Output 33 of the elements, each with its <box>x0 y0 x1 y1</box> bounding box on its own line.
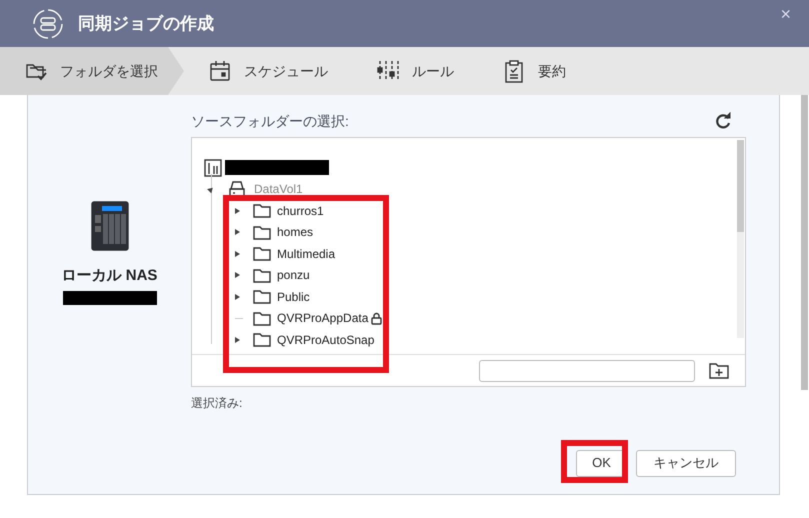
server-icon <box>204 158 222 177</box>
section-label: ソースフォルダーの選択: <box>191 112 349 130</box>
folder-icon <box>253 289 271 304</box>
folder-name-field[interactable] <box>479 360 695 382</box>
new-folder-icon[interactable] <box>709 362 729 380</box>
lock-icon <box>371 312 382 325</box>
window-title: 同期ジョブの作成 <box>78 12 214 35</box>
selected-label: 選択済み: <box>191 394 244 412</box>
close-button[interactable]: × <box>776 4 795 26</box>
folder-icon <box>253 332 271 348</box>
cancel-button[interactable]: キャンセル <box>636 450 736 476</box>
tree-item[interactable]: churros1 <box>277 202 324 220</box>
nas-name: ローカル NAS <box>62 266 158 286</box>
tree-item[interactable]: QVRProAutoSnap <box>277 330 374 349</box>
tree-item[interactable]: Public <box>277 288 310 306</box>
step-tab[interactable]: ルール <box>352 47 478 95</box>
folder-icon <box>253 203 271 218</box>
step-tab[interactable]: フォルダを選択 <box>0 47 184 95</box>
tree-item[interactable]: QVRProAppData <box>277 309 368 328</box>
folder-icon <box>253 268 271 283</box>
tree-item[interactable]: Multimedia <box>277 244 336 263</box>
highlight-frame <box>561 440 628 483</box>
calendar-icon <box>208 59 232 83</box>
folder-icon <box>253 224 271 240</box>
folder-icon <box>253 310 271 326</box>
tree-item[interactable]: ponzu <box>277 266 310 284</box>
tree-item[interactable]: homes <box>277 223 314 242</box>
step-tab[interactable]: 要約 <box>478 47 590 95</box>
step-tab[interactable]: スケジュール <box>184 47 352 95</box>
tree-line <box>235 318 243 319</box>
refresh-icon[interactable] <box>714 112 732 130</box>
tree-item[interactable]: DataVol1 <box>254 180 303 198</box>
folder-icon <box>253 246 271 262</box>
